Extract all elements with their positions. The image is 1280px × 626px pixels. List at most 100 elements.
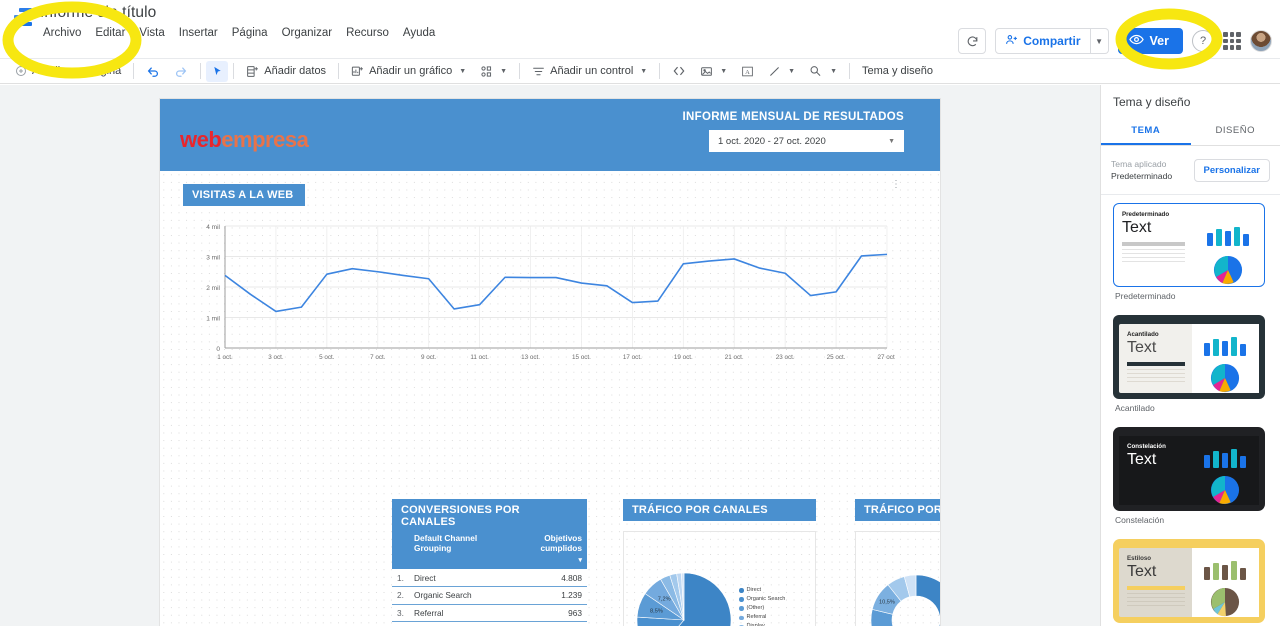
svg-text:25 oct.: 25 oct. [827, 354, 846, 361]
row-value: 963 [505, 604, 587, 623]
person-add-icon [1005, 33, 1018, 49]
table-header-goals[interactable]: Objetivos cumplidos ▾ [505, 529, 587, 570]
undo-icon[interactable] [139, 60, 167, 82]
help-icon[interactable]: ? [1192, 30, 1214, 52]
menu-vista[interactable]: Vista [132, 25, 171, 41]
theme-option-predeterminado[interactable]: Predeterminado Text Predeterminado [1101, 195, 1280, 301]
menu-insertar[interactable]: Insertar [172, 25, 225, 41]
divider [233, 63, 235, 79]
chevron-down-icon[interactable]: ▼ [640, 68, 647, 75]
visits-line-chart-card[interactable]: VISITAS A LA WEB ⋮ 0 1 mil 2 mil 3 mil 4 mil… [183, 180, 901, 374]
table-row[interactable]: 2. Organic Search 1.239 [392, 586, 587, 605]
svg-text:19 oct.: 19 oct. [674, 354, 693, 361]
line-button[interactable]: ▼ [761, 60, 802, 82]
divider [519, 63, 521, 79]
table-title: CONVERSIONES POR CANALES [392, 499, 587, 533]
chevron-down-icon[interactable]: ▼ [888, 138, 895, 145]
view-button[interactable]: Ver [1117, 28, 1183, 54]
menu-editar[interactable]: Editar [88, 25, 132, 41]
add-data-button[interactable]: Añadir datos [239, 60, 333, 82]
add-chart-button[interactable]: Añadir un gráfico ▼ [344, 60, 473, 82]
community-visualization-button[interactable]: ▼ [473, 60, 514, 82]
traffic-channels-pie-card[interactable]: TRÁFICO POR CANALES 61,3%14,7%8,5%7,2% D… [623, 499, 816, 626]
embed-code-icon[interactable] [665, 60, 693, 82]
add-data-label: Añadir datos [264, 65, 327, 77]
traffic-age-donut-card[interactable]: TRÁFICO POR EDAD 39,1%21,5%18,2%10,5% 25… [855, 499, 940, 626]
theme-and-layout-panel[interactable]: Tema y diseño TEMA DISEÑO Tema aplicado … [1100, 85, 1280, 626]
menu-organizar[interactable]: Organizar [275, 25, 340, 41]
table-row[interactable]: 4.(Other)815 [392, 621, 587, 626]
menu-archivo[interactable]: Archivo [36, 25, 88, 41]
refresh-icon[interactable] [958, 28, 987, 54]
theme-option-acantilado[interactable]: Acantilado Text Acantilado [1101, 307, 1280, 413]
svg-text:13 oct.: 13 oct. [521, 354, 540, 361]
pie-chart-plot: 61,3%14,7%8,5%7,2% DirectOrganic Search(… [623, 531, 816, 626]
eye-icon [1128, 32, 1144, 50]
report-canvas[interactable]: webempresa INFORME MENSUAL DE RESULTADOS… [0, 85, 1100, 626]
avatar[interactable] [1250, 30, 1272, 52]
divider [133, 63, 135, 79]
add-control-button[interactable]: Añadir un control ▼ [525, 60, 654, 82]
svg-text:4 mil: 4 mil [206, 224, 220, 231]
pie-chart-legend: Direct Organic Search (Other) ReferralDispl… [739, 586, 785, 626]
row-value: 4.808 [505, 569, 587, 588]
applied-theme-value: Predeterminado [1111, 171, 1173, 181]
chevron-down-icon[interactable]: ▼ [459, 68, 466, 75]
menu-pagina[interactable]: Página [225, 25, 275, 41]
table-row[interactable]: 1. Direct 4.808 [392, 569, 587, 588]
table-header-channel[interactable]: Default Channel Grouping [409, 529, 506, 570]
legend-label: Direct [746, 587, 762, 593]
pie-slice-value-label: 10,5% [879, 599, 895, 605]
chevron-down-icon[interactable]: ▼ [500, 68, 507, 75]
theme-card-sample: Text [1127, 339, 1157, 356]
pie-slice[interactable] [915, 574, 940, 626]
tab-tema[interactable]: TEMA [1101, 117, 1191, 145]
theme-option-estiloso[interactable]: Estiloso Text [1101, 531, 1280, 626]
theme-card-sample: Text [1122, 219, 1152, 236]
tab-diseno[interactable]: DISEÑO [1191, 117, 1280, 145]
theme-card-name: Constelación [1127, 443, 1166, 450]
theme-option-constelacion[interactable]: Constelación Text Constelación [1101, 419, 1280, 525]
date-range-control[interactable]: 1 oct. 2020 - 27 oct. 2020 ▼ [709, 130, 904, 152]
svg-text:3 oct.: 3 oct. [268, 354, 284, 361]
menu-ayuda[interactable]: Ayuda [396, 25, 442, 41]
redo-icon[interactable] [167, 60, 195, 82]
conversions-table[interactable]: Default Channel Grouping Objetivos cumpl… [392, 529, 587, 626]
sort-descending-icon: ▾ [578, 556, 582, 564]
conversions-table-card[interactable]: CONVERSIONES POR CANALES Default Channel… [392, 499, 587, 626]
legend-label: Organic Search [746, 596, 786, 603]
theme-thumbnail[interactable]: Predeterminado Text [1113, 203, 1265, 287]
customize-button[interactable]: Personalizar [1193, 158, 1270, 182]
table-row[interactable]: 3. Referral 963 [392, 604, 587, 623]
report-title: INFORME MENSUAL DE RESULTADOS [682, 111, 904, 123]
image-button[interactable]: ▼ [693, 60, 734, 82]
document-title[interactable]: Informe sin título [40, 4, 156, 22]
app-bar: Informe sin título Archivo Editar Vista … [0, 0, 1280, 58]
chevron-down-icon[interactable]: ▼ [720, 68, 727, 75]
shape-button[interactable]: ▼ [802, 60, 844, 82]
shape-icon [809, 64, 823, 78]
share-dropdown-caret[interactable]: ▼ [1090, 28, 1109, 54]
add-page-button[interactable]: Añadir una página [8, 60, 128, 82]
svg-text:21 oct.: 21 oct. [725, 354, 744, 361]
chevron-down-icon[interactable]: ▼ [830, 68, 837, 75]
add-chart-icon [351, 65, 364, 78]
legend-item: (Other) [739, 604, 785, 613]
theme-thumbnail[interactable]: Constelación Text [1113, 427, 1265, 511]
chart-options-icon[interactable]: ⋮ [891, 180, 901, 190]
report-page[interactable]: webempresa INFORME MENSUAL DE RESULTADOS… [160, 99, 940, 626]
theme-mini-bar-chart [1191, 436, 1259, 475]
theme-thumbnail[interactable]: Estiloso Text [1113, 539, 1265, 623]
menu-recurso[interactable]: Recurso [339, 25, 396, 41]
text-box-icon[interactable]: A [734, 60, 761, 82]
cursor-arrow-icon[interactable] [206, 60, 229, 82]
pie-chart-title: TRÁFICO POR CANALES [623, 499, 816, 521]
divider [338, 63, 340, 79]
chevron-down-icon[interactable]: ▼ [788, 68, 795, 75]
row-value: 1.239 [505, 586, 587, 605]
theme-thumbnail[interactable]: Acantilado Text [1113, 315, 1265, 399]
theme-and-layout-button[interactable]: Tema y diseño [855, 60, 940, 82]
share-button[interactable]: Compartir [995, 28, 1091, 54]
apps-grid-icon[interactable] [1223, 32, 1241, 50]
svg-text:1 oct.: 1 oct. [217, 354, 233, 361]
